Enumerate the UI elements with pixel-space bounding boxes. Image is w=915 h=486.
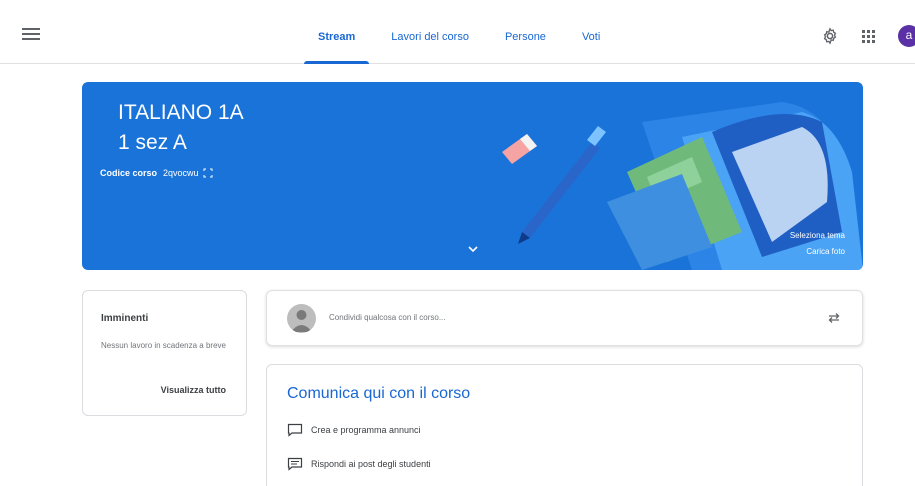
select-theme-link[interactable]: Seleziona tema [790,228,845,244]
tab-stream[interactable]: Stream [300,0,373,64]
course-title: ITALIANO 1A [118,101,244,124]
upload-photo-link[interactable]: Carica foto [790,244,845,260]
repost-icon[interactable] [826,310,842,326]
reply-posts-label: Rispondi ai post degli studenti [311,459,431,469]
share-box[interactable]: Condividi qualcosa con il corso... [266,290,863,346]
tab-people[interactable]: Persone [487,0,564,64]
chevron-down-icon[interactable] [466,242,480,256]
announcement-icon [287,423,303,437]
communicate-title: Comunica qui con il corso [287,385,471,402]
share-placeholder: Condividi qualcosa con il corso... [329,313,446,322]
upcoming-empty-text: Nessun lavoro in scadenza a breve [101,341,226,350]
banner-actions: Seleziona tema Carica foto [790,228,845,260]
upcoming-title: Imminenti [101,313,149,324]
upcoming-card: Imminenti Nessun lavoro in scadenza a br… [82,290,247,416]
course-code-label: Codice corso [100,168,158,178]
view-all-link[interactable]: Visualizza tutto [161,385,226,395]
create-announcement-item[interactable]: Crea e programma annunci [287,423,421,437]
create-announcement-label: Crea e programma annunci [311,425,421,435]
top-bar: Stream Lavori del corso Persone Voti a [0,0,915,64]
person-icon [291,310,312,332]
course-tabs: Stream Lavori del corso Persone Voti [300,0,618,64]
communicate-card: Comunica qui con il corso Crea e program… [266,364,863,486]
apps-grid-icon[interactable] [862,30,875,43]
course-banner: ITALIANO 1A 1 sez A Codice corso 2qvocwu… [82,82,863,270]
reply-posts-item[interactable]: Rispondi ai post degli studenti [287,457,431,471]
course-section: 1 sez A [118,131,187,154]
user-avatar [287,304,316,333]
reply-post-icon [287,457,303,471]
gear-icon[interactable] [821,27,839,45]
account-avatar[interactable]: a [898,25,915,47]
course-code-value: 2qvocwu [163,168,199,178]
main-menu-icon[interactable] [22,28,40,42]
fullscreen-icon[interactable] [203,168,213,178]
tab-classwork[interactable]: Lavori del corso [373,0,487,64]
course-code-row: Codice corso 2qvocwu [100,168,213,178]
tab-grades[interactable]: Voti [564,0,618,64]
